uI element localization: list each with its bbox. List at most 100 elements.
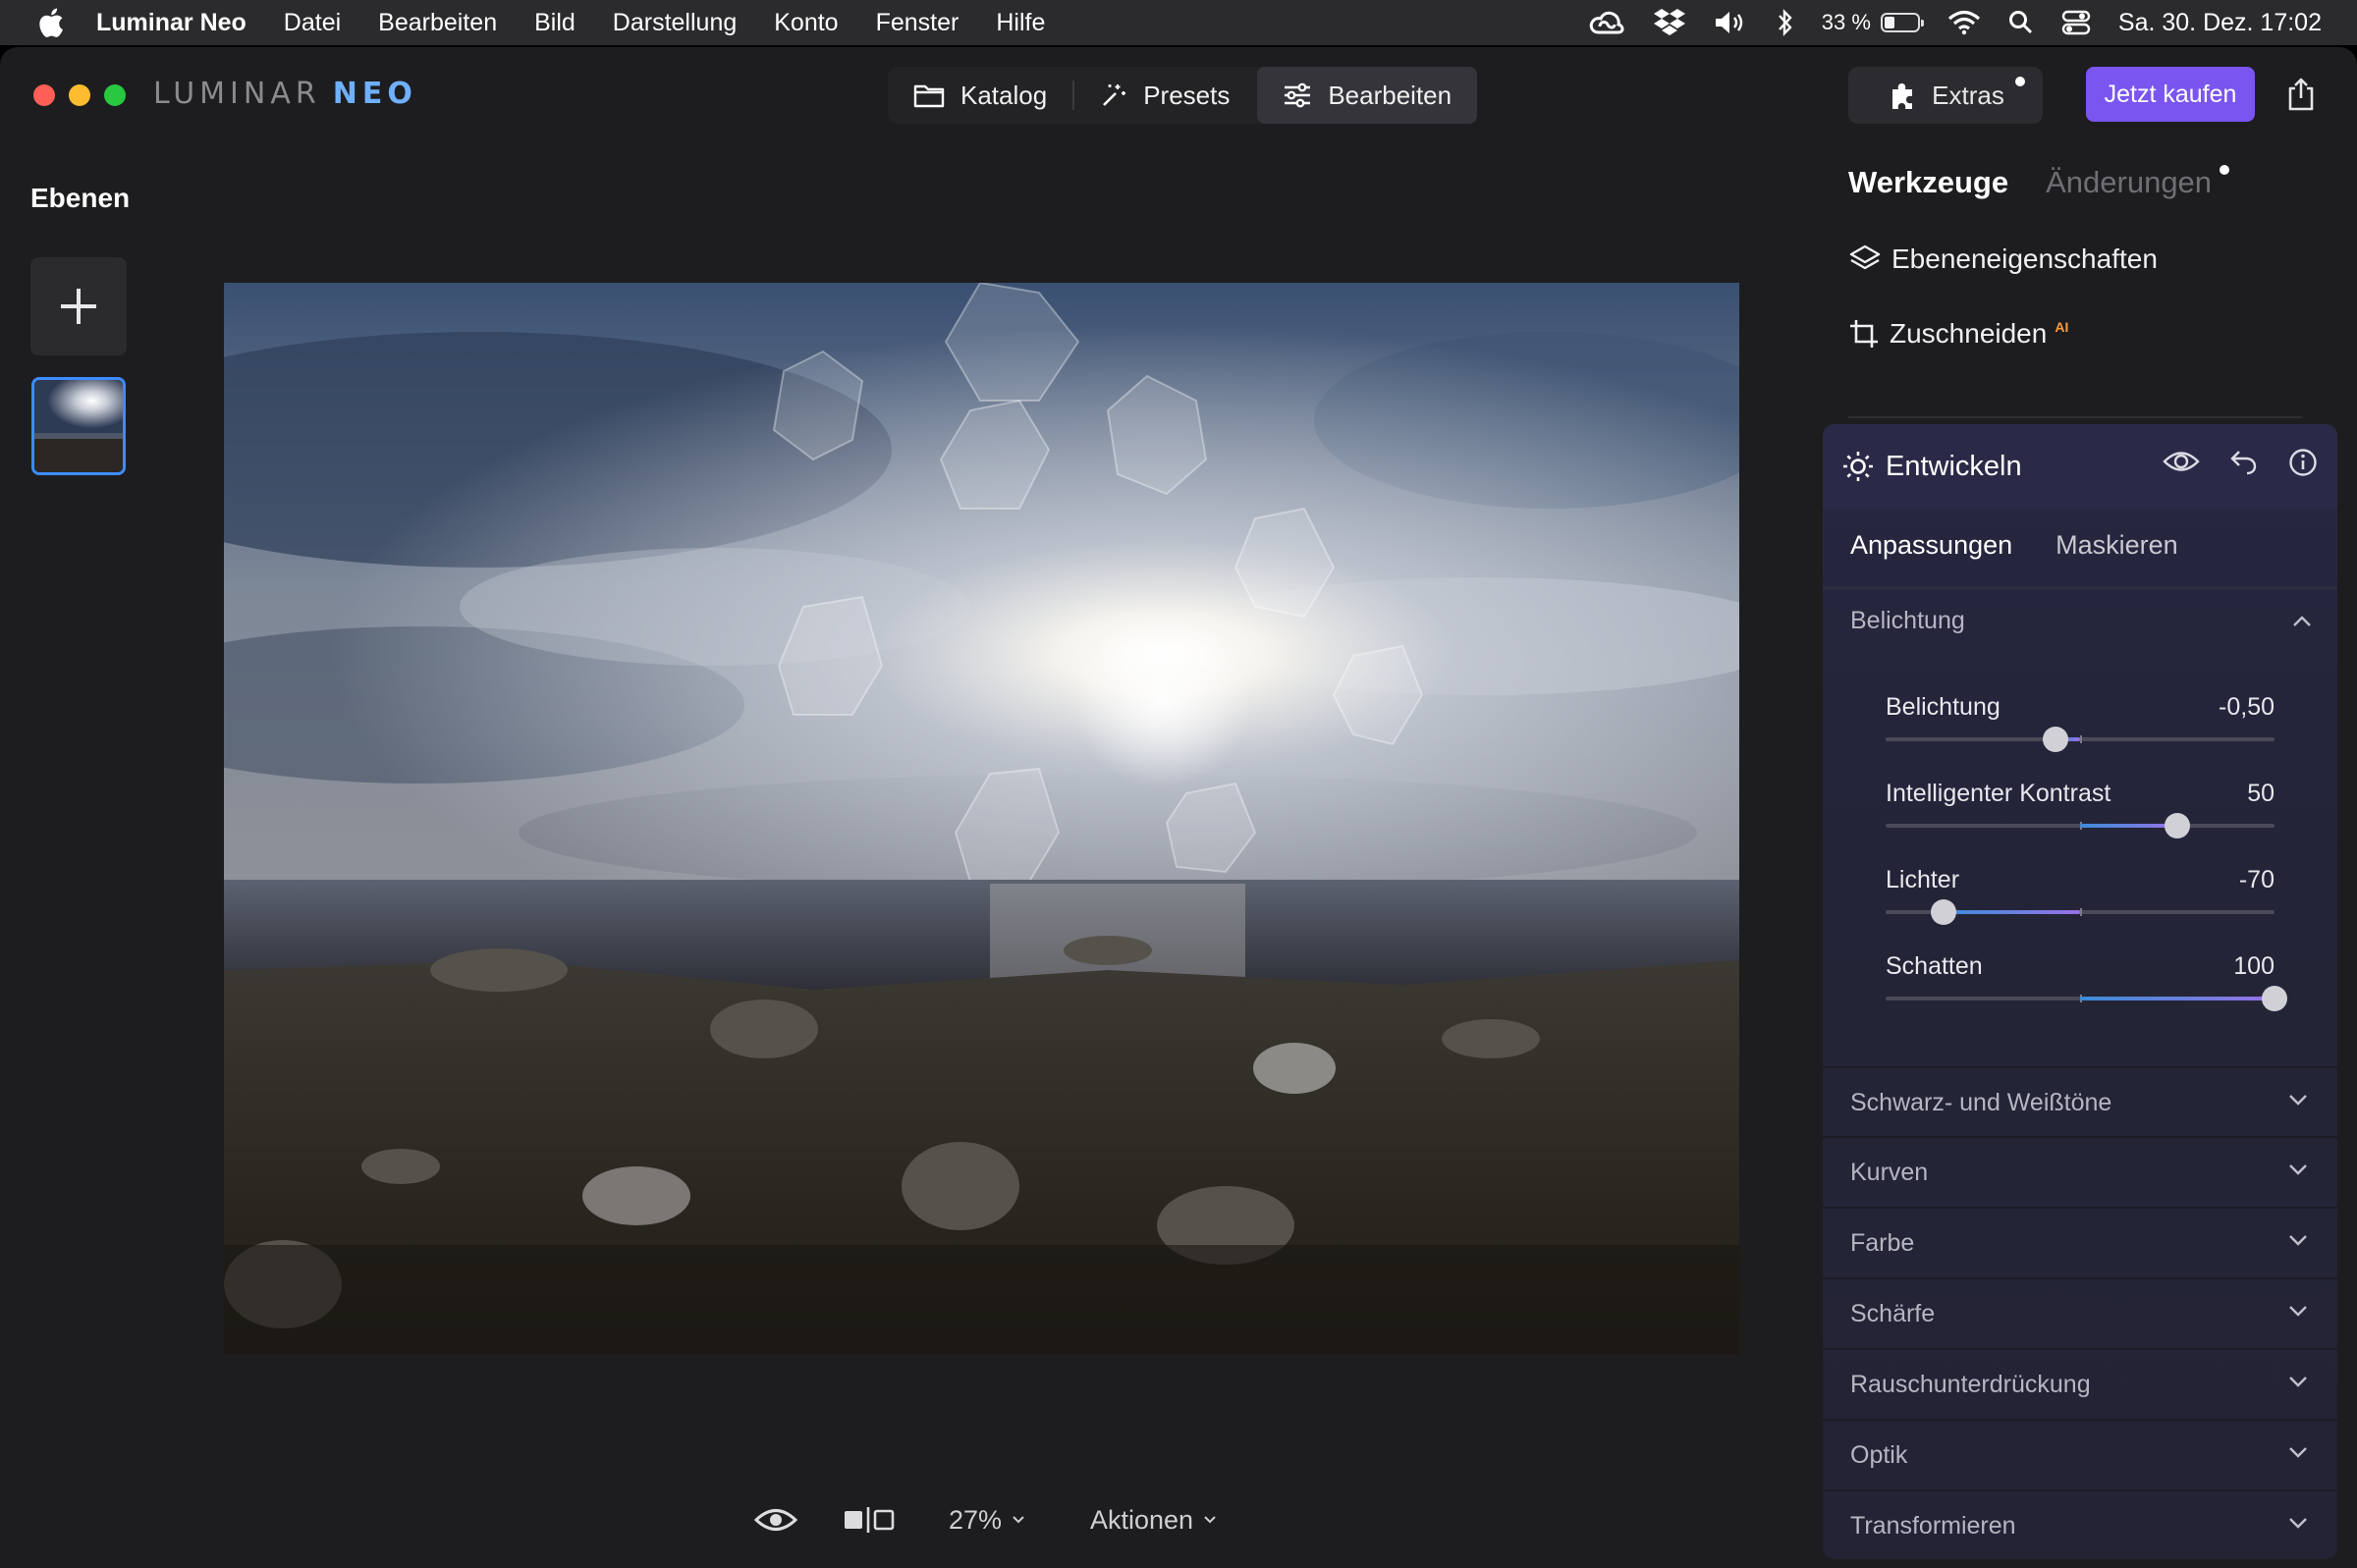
menu-bild[interactable]: Bild bbox=[534, 9, 576, 37]
slider-knob[interactable] bbox=[2043, 727, 2069, 752]
section-exposure-header[interactable]: Belichtung bbox=[1850, 607, 2312, 635]
layers-icon bbox=[1849, 244, 1881, 270]
minimize-window-button[interactable] bbox=[69, 84, 90, 106]
panel-tabs: Werkzeuge Änderungen bbox=[1848, 165, 2230, 200]
develop-header-actions bbox=[2133, 448, 2318, 482]
slider-knob[interactable] bbox=[2262, 986, 2287, 1011]
menu-bearbeiten[interactable]: Bearbeiten bbox=[378, 9, 497, 37]
edit-mode-button[interactable]: Bearbeiten bbox=[1257, 67, 1478, 124]
develop-title: Entwickeln bbox=[1886, 450, 2022, 482]
undo-icon bbox=[2230, 451, 2257, 475]
zoom-window-button[interactable] bbox=[104, 84, 126, 106]
zoom-value: 27% bbox=[949, 1504, 1003, 1535]
dropbox-icon[interactable] bbox=[1653, 8, 1686, 37]
chevron-down-icon bbox=[1013, 1516, 1024, 1524]
wifi-icon[interactable] bbox=[1947, 10, 1981, 35]
crop-icon bbox=[1850, 320, 1878, 348]
tab-tools[interactable]: Werkzeuge bbox=[1848, 165, 2008, 200]
menu-konto[interactable]: Konto bbox=[774, 9, 838, 37]
section-label: Transformieren bbox=[1850, 1512, 2016, 1540]
puzzle-icon bbox=[1892, 83, 1913, 109]
section-optics[interactable]: Optik bbox=[1823, 1419, 2337, 1490]
slider-smart-contrast: Intelligenter Kontrast 50 bbox=[1886, 780, 2275, 838]
tab-adjustments[interactable]: Anpassungen bbox=[1850, 530, 2012, 561]
chevron-down-icon bbox=[2289, 1306, 2307, 1317]
layer-thumbnail[interactable] bbox=[31, 377, 126, 475]
actions-label: Aktionen bbox=[1090, 1504, 1194, 1535]
tab-changes[interactable]: Änderungen bbox=[2046, 165, 2212, 200]
slider-knob[interactable] bbox=[1931, 899, 1957, 925]
develop-panel: Entwickeln Anpassungen Maskieren Belicht… bbox=[1823, 424, 2337, 1559]
plus-icon bbox=[61, 289, 96, 324]
bluetooth-icon[interactable] bbox=[1777, 8, 1794, 37]
app-window: LUMINAR NEO Katalog Presets Bearbeiten E… bbox=[0, 47, 2357, 1568]
compare-toggle[interactable] bbox=[843, 1498, 896, 1541]
presets-mode-button[interactable]: Presets bbox=[1074, 67, 1255, 124]
slider-value[interactable]: -0,50 bbox=[2219, 693, 2275, 722]
slider-track[interactable] bbox=[1886, 813, 2275, 838]
zoom-dropdown[interactable]: 27% bbox=[949, 1498, 1025, 1541]
visibility-toggle[interactable] bbox=[2163, 448, 2200, 482]
extras-notification-dot bbox=[2015, 77, 2025, 86]
section-noise-reduction[interactable]: Rauschunterdrückung bbox=[1823, 1348, 2337, 1420]
catalog-mode-button[interactable]: Katalog bbox=[888, 67, 1072, 124]
section-label: Farbe bbox=[1850, 1229, 1915, 1257]
preview-toggle[interactable] bbox=[754, 1498, 797, 1541]
info-button[interactable] bbox=[2288, 448, 2318, 482]
section-sharpness[interactable]: Schärfe bbox=[1823, 1277, 2337, 1349]
slider-track[interactable] bbox=[1886, 899, 2275, 925]
presets-label: Presets bbox=[1143, 80, 1231, 110]
battery-icon bbox=[1880, 13, 1924, 32]
develop-header[interactable]: Entwickeln bbox=[1823, 424, 2337, 509]
extras-label: Extras bbox=[1932, 80, 2004, 110]
menu-darstellung[interactable]: Darstellung bbox=[613, 9, 737, 37]
eye-icon bbox=[754, 1509, 797, 1531]
menu-app-name[interactable]: Luminar Neo bbox=[96, 9, 247, 37]
slider-value[interactable]: 50 bbox=[2247, 780, 2275, 808]
battery-indicator[interactable]: 33 % bbox=[1821, 10, 1924, 35]
subtab-divider bbox=[1823, 587, 2337, 589]
slider-center-mark bbox=[2080, 735, 2082, 743]
photo-canvas[interactable] bbox=[224, 283, 1739, 1355]
apple-icon[interactable] bbox=[35, 6, 65, 39]
tab-masking[interactable]: Maskieren bbox=[2056, 530, 2178, 561]
section-label: Schärfe bbox=[1850, 1300, 1936, 1327]
app-logo: LUMINAR NEO bbox=[153, 77, 417, 111]
mode-switcher: Katalog Presets Bearbeiten bbox=[888, 67, 1478, 124]
actions-dropdown[interactable]: Aktionen bbox=[1090, 1498, 1217, 1541]
section-transform[interactable]: Transformieren bbox=[1823, 1489, 2337, 1559]
creative-cloud-icon[interactable] bbox=[1588, 9, 1625, 36]
section-curves[interactable]: Kurven bbox=[1823, 1136, 2337, 1208]
menu-hilfe[interactable]: Hilfe bbox=[996, 9, 1045, 37]
slider-knob[interactable] bbox=[2165, 813, 2190, 838]
add-layer-button[interactable] bbox=[30, 257, 127, 355]
tool-layer-properties[interactable]: Ebeneneigenschaften bbox=[1848, 243, 2158, 275]
extras-button[interactable]: Extras bbox=[1848, 67, 2043, 124]
buy-now-button[interactable]: Jetzt kaufen bbox=[2086, 67, 2255, 122]
close-window-button[interactable] bbox=[33, 84, 55, 106]
section-blacks-whites[interactable]: Schwarz- und Weißtöne bbox=[1823, 1066, 2337, 1138]
slider-value[interactable]: -70 bbox=[2239, 866, 2275, 894]
menu-clock[interactable]: Sa. 30. Dez. 17:02 bbox=[2118, 9, 2322, 37]
spotlight-search-icon[interactable] bbox=[2008, 10, 2034, 35]
section-color[interactable]: Farbe bbox=[1823, 1207, 2337, 1278]
slider-value[interactable]: 100 bbox=[2233, 952, 2275, 981]
volume-icon[interactable] bbox=[1714, 9, 1749, 36]
menu-datei[interactable]: Datei bbox=[284, 9, 341, 37]
split-view-icon bbox=[845, 1507, 895, 1533]
section-label: Kurven bbox=[1850, 1159, 1929, 1186]
slider-track[interactable] bbox=[1886, 727, 2275, 752]
battery-percent: 33 % bbox=[1821, 10, 1871, 34]
canvas-toolbar: 27% Aktionen bbox=[0, 1490, 1866, 1549]
slider-track[interactable] bbox=[1886, 986, 2287, 1011]
logo-neo: NEO bbox=[332, 77, 417, 111]
menu-fenster[interactable]: Fenster bbox=[876, 9, 959, 37]
tool-crop[interactable]: Zuschneiden AI bbox=[1848, 318, 2068, 350]
section-label: Rauschunterdrückung bbox=[1850, 1371, 2091, 1398]
sliders-icon bbox=[1285, 82, 1311, 108]
menu-bar: Luminar Neo Datei Bearbeiten Bild Darste… bbox=[0, 0, 2357, 45]
control-center-icon[interactable] bbox=[2061, 9, 2091, 36]
reset-button[interactable] bbox=[2229, 448, 2259, 482]
share-icon[interactable] bbox=[2286, 77, 2316, 112]
layer-thumbnail-image bbox=[34, 380, 123, 472]
